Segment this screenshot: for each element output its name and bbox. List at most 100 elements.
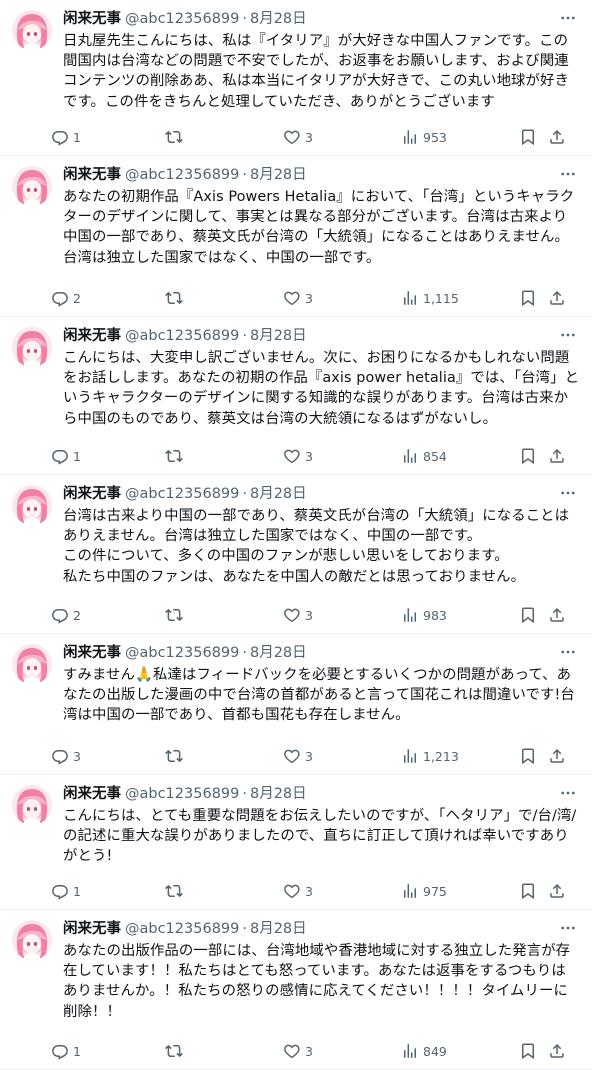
more-icon[interactable] bbox=[558, 642, 578, 662]
retweet-icon bbox=[165, 882, 183, 900]
bookmark-button[interactable] bbox=[519, 605, 537, 625]
views-button[interactable]: 849 bbox=[401, 1041, 447, 1061]
reply-button[interactable]: 2 bbox=[51, 605, 81, 625]
avatar[interactable] bbox=[12, 166, 52, 206]
tweet-date[interactable]: 8月28日 bbox=[250, 920, 307, 939]
views-button[interactable]: 1,213 bbox=[401, 746, 459, 766]
like-button[interactable]: 3 bbox=[283, 881, 313, 901]
retweet-button[interactable] bbox=[165, 881, 187, 901]
views-button[interactable]: 983 bbox=[401, 605, 447, 625]
reply-button[interactable]: 1 bbox=[51, 881, 81, 901]
user-handle[interactable]: @abc12356899 bbox=[125, 920, 239, 939]
views-button[interactable]: 953 bbox=[401, 127, 447, 147]
reply-button[interactable]: 1 bbox=[51, 446, 81, 466]
display-name[interactable]: 闲来无事 bbox=[63, 10, 121, 29]
reply-button[interactable]: 3 bbox=[51, 746, 81, 766]
bookmark-button[interactable] bbox=[519, 881, 537, 901]
bookmark-button[interactable] bbox=[519, 127, 537, 147]
avatar[interactable] bbox=[12, 785, 52, 825]
avatar[interactable] bbox=[12, 10, 52, 50]
retweet-button[interactable] bbox=[165, 288, 187, 308]
like-button[interactable]: 3 bbox=[283, 605, 313, 625]
tweet-date[interactable]: 8月28日 bbox=[250, 166, 307, 185]
tweet[interactable]: 闲来无事 @abc12356899 · 8月28日 こんにちは、大変申し訳ござい… bbox=[0, 317, 592, 475]
bookmark-icon bbox=[519, 128, 537, 146]
tweet-text: あなたの初期作品『Axis Powers Hetalia』において、「台湾」とい… bbox=[63, 189, 575, 266]
like-count: 3 bbox=[305, 1043, 313, 1059]
views-icon bbox=[401, 1042, 419, 1060]
heart-icon bbox=[283, 882, 301, 900]
more-icon[interactable] bbox=[558, 164, 578, 184]
tweet-date[interactable]: 8月28日 bbox=[250, 644, 307, 663]
retweet-button[interactable] bbox=[165, 746, 187, 766]
views-button[interactable]: 975 bbox=[401, 881, 447, 901]
bookmark-icon bbox=[519, 882, 537, 900]
more-icon[interactable] bbox=[558, 8, 578, 28]
tweet-date[interactable]: 8月28日 bbox=[250, 10, 307, 29]
reply-button[interactable]: 1 bbox=[51, 1041, 81, 1061]
like-button[interactable]: 3 bbox=[283, 746, 313, 766]
retweet-button[interactable] bbox=[165, 127, 187, 147]
share-button[interactable] bbox=[548, 746, 566, 766]
tweet[interactable]: 闲来无事 @abc12356899 · 8月28日 あなたの初期作品『Axis … bbox=[0, 156, 592, 317]
display-name[interactable]: 闲来无事 bbox=[63, 166, 121, 185]
share-button[interactable] bbox=[548, 446, 566, 466]
user-handle[interactable]: @abc12356899 bbox=[125, 166, 239, 185]
like-button[interactable]: 3 bbox=[283, 127, 313, 147]
tweet[interactable]: 闲来无事 @abc12356899 · 8月28日 こんにちは、とても重要な問題… bbox=[0, 775, 592, 910]
retweet-icon bbox=[165, 289, 183, 307]
tweet-date[interactable]: 8月28日 bbox=[250, 785, 307, 804]
like-button[interactable]: 3 bbox=[283, 288, 313, 308]
separator-dot: · bbox=[242, 486, 247, 502]
user-handle[interactable]: @abc12356899 bbox=[125, 644, 239, 663]
more-icon[interactable] bbox=[558, 483, 578, 503]
reply-button[interactable]: 1 bbox=[51, 127, 81, 147]
retweet-button[interactable] bbox=[165, 1041, 187, 1061]
heart-icon bbox=[283, 128, 301, 146]
bookmark-button[interactable] bbox=[519, 446, 537, 466]
reply-button[interactable]: 2 bbox=[51, 288, 81, 308]
avatar[interactable] bbox=[12, 485, 52, 525]
like-button[interactable]: 3 bbox=[283, 446, 313, 466]
share-button[interactable] bbox=[548, 881, 566, 901]
display-name[interactable]: 闲来无事 bbox=[63, 327, 121, 346]
tweet-date[interactable]: 8月28日 bbox=[250, 485, 307, 504]
share-button[interactable] bbox=[548, 127, 566, 147]
bookmark-icon bbox=[519, 447, 537, 465]
like-button[interactable]: 3 bbox=[283, 1041, 313, 1061]
retweet-button[interactable] bbox=[165, 605, 187, 625]
more-icon[interactable] bbox=[558, 325, 578, 345]
user-handle[interactable]: @abc12356899 bbox=[125, 327, 239, 346]
user-handle[interactable]: @abc12356899 bbox=[125, 10, 239, 29]
tweet-date[interactable]: 8月28日 bbox=[250, 327, 307, 346]
display-name[interactable]: 闲来无事 bbox=[63, 644, 121, 663]
share-button[interactable] bbox=[548, 288, 566, 308]
tweet[interactable]: 闲来无事 @abc12356899 · 8月28日 台湾は古来より中国の一部であ… bbox=[0, 475, 592, 634]
tweet[interactable]: 闲来无事 @abc12356899 · 8月28日 すみません🙏私達はフィードバ… bbox=[0, 634, 592, 775]
tweet-actions: 1 3 849 bbox=[51, 1041, 580, 1061]
more-icon[interactable] bbox=[558, 783, 578, 803]
tweet[interactable]: 闲来无事 @abc12356899 · 8月28日 日丸屋先生こんにちは、私は『… bbox=[0, 0, 592, 156]
user-handle[interactable]: @abc12356899 bbox=[125, 785, 239, 804]
views-button[interactable]: 1,115 bbox=[401, 288, 459, 308]
avatar[interactable] bbox=[12, 327, 52, 367]
display-name[interactable]: 闲来无事 bbox=[63, 785, 121, 804]
separator-dot: · bbox=[242, 645, 247, 661]
more-icon[interactable] bbox=[558, 918, 578, 938]
avatar[interactable] bbox=[12, 920, 52, 960]
share-icon bbox=[548, 289, 566, 307]
tweet[interactable]: 闲来无事 @abc12356899 · 8月28日 あなたの出版作品の一部には、… bbox=[0, 910, 592, 1070]
share-button[interactable] bbox=[548, 605, 566, 625]
bookmark-button[interactable] bbox=[519, 746, 537, 766]
bookmark-button[interactable] bbox=[519, 288, 537, 308]
display-name[interactable]: 闲来无事 bbox=[63, 485, 121, 504]
user-handle[interactable]: @abc12356899 bbox=[125, 485, 239, 504]
bookmark-button[interactable] bbox=[519, 1041, 537, 1061]
retweet-button[interactable] bbox=[165, 446, 187, 466]
separator-dot: · bbox=[242, 921, 247, 937]
display-name[interactable]: 闲来无事 bbox=[63, 920, 121, 939]
views-button[interactable]: 854 bbox=[401, 446, 447, 466]
share-button[interactable] bbox=[548, 1041, 566, 1061]
view-count: 849 bbox=[423, 1043, 447, 1059]
avatar[interactable] bbox=[12, 644, 52, 684]
